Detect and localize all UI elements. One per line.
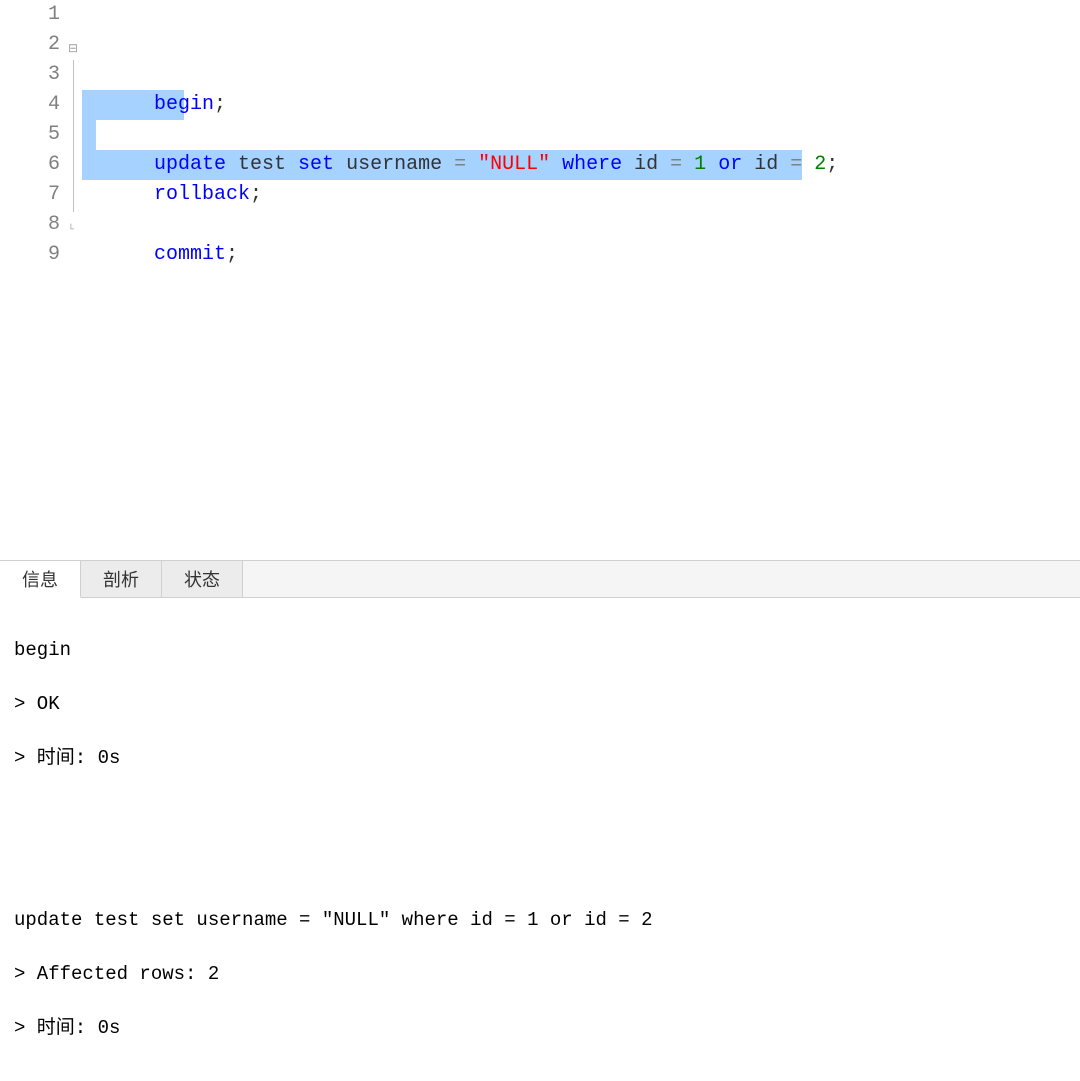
code-line-4: update test set username = "NULL" where …	[82, 90, 1080, 120]
operator-equals: =	[454, 153, 478, 176]
fold-close-icon: └	[68, 216, 74, 246]
operator-equals: =	[790, 153, 814, 176]
code-area[interactable]: begin; update test set username = "NULL"…	[82, 0, 1080, 560]
code-editor-pane[interactable]: 1 2 3 4 5 6 7 8 9 ⊟ └ begin; update test…	[0, 0, 1080, 560]
output-blank	[14, 853, 1066, 880]
keyword-rollback: rollback	[154, 183, 250, 206]
number-2: 2	[814, 153, 826, 176]
line-number: 2	[0, 30, 60, 60]
line-number: 9	[0, 240, 60, 270]
code-line-1	[82, 0, 1080, 30]
line-number: 7	[0, 180, 60, 210]
identifier-test: test	[226, 153, 298, 176]
output-tabs: 信息 剖析 状态	[0, 560, 1080, 598]
identifier-id: id	[742, 153, 790, 176]
line-number: 5	[0, 120, 60, 150]
output-result: > OK	[14, 691, 1066, 718]
output-result: > 时间: 0s	[14, 1015, 1066, 1042]
tab-info[interactable]: 信息	[0, 561, 81, 598]
output-command: update test set username = "NULL" where …	[14, 907, 1066, 934]
string-null: "NULL"	[478, 153, 550, 176]
keyword-update: update	[154, 153, 226, 176]
semicolon: ;	[250, 183, 262, 206]
keyword-or: or	[706, 153, 742, 176]
output-result: > Affected rows: 2	[14, 961, 1066, 988]
output-pane[interactable]: begin > OK > 时间: 0s update test set user…	[0, 598, 1080, 1081]
line-number: 4	[0, 90, 60, 120]
line-number: 6	[0, 150, 60, 180]
line-number: 1	[0, 0, 60, 30]
code-line-8: commit;	[82, 210, 1080, 240]
keyword-where: where	[550, 153, 622, 176]
keyword-set: set	[298, 153, 334, 176]
output-blank	[14, 799, 1066, 826]
line-number: 3	[0, 60, 60, 90]
output-command: begin	[14, 637, 1066, 664]
fold-guide-line	[73, 60, 74, 212]
semicolon: ;	[226, 243, 238, 266]
keyword-commit: commit	[154, 243, 226, 266]
code-line-2: begin;	[82, 30, 1080, 60]
semicolon: ;	[214, 93, 226, 116]
number-1: 1	[694, 153, 706, 176]
fold-column: ⊟ └	[70, 0, 82, 560]
line-number-gutter: 1 2 3 4 5 6 7 8 9	[0, 0, 70, 560]
output-result: > 时间: 0s	[14, 745, 1066, 772]
line-number: 8	[0, 210, 60, 240]
code-line-3	[82, 60, 1080, 90]
keyword-begin: begin	[154, 93, 214, 116]
operator-equals: =	[670, 153, 694, 176]
identifier-username: username	[334, 153, 454, 176]
tab-profiling[interactable]: 剖析	[81, 561, 162, 597]
code-line-5	[82, 120, 1080, 150]
semicolon: ;	[826, 153, 838, 176]
identifier-id: id	[622, 153, 670, 176]
tab-status[interactable]: 状态	[162, 561, 243, 597]
